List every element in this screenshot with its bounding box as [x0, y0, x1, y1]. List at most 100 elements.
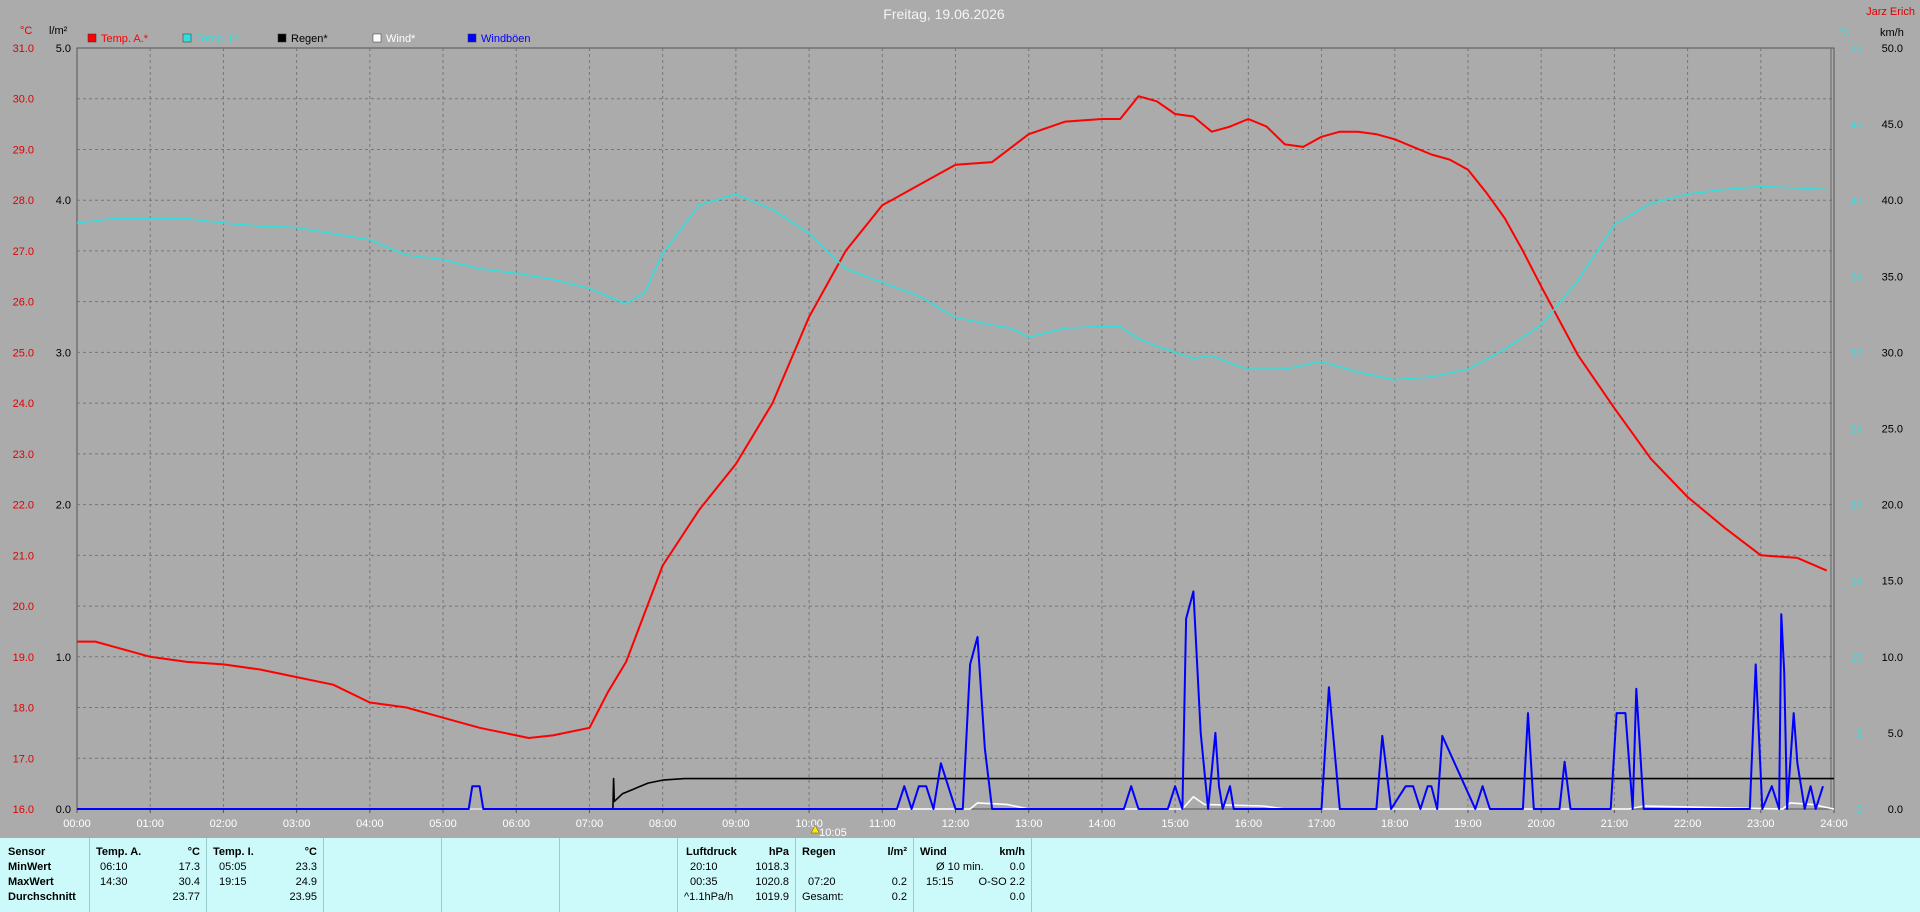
stats-temp-a-header: Temp. A. — [96, 846, 142, 858]
y-wind-tick-label: 20.0 — [1882, 500, 1903, 512]
stats-empty-col-4 — [1031, 838, 1920, 912]
stats-pressure-min-value: 1018.3 — [755, 861, 789, 873]
stats-temp-a-min-time: 06:10 — [100, 861, 128, 873]
stats-label-max: MaxWert — [8, 876, 54, 888]
y-temp-tick-label: 19.0 — [13, 652, 34, 664]
stats-wind-col: Wind km/h Ø 10 min. 0.0 15:15 O-SO 2.2 0… — [913, 838, 1031, 912]
stats-temp-i-min-time: 05:05 — [219, 861, 247, 873]
chart-title: Freitag, 19.06.2026 — [883, 6, 1005, 22]
x-tick-label: 08:00 — [649, 818, 677, 830]
stats-rain-total-label: Gesamt: — [802, 891, 844, 903]
x-tick-label: 11:00 — [869, 818, 896, 830]
y-rain-tick-label: 3.0 — [56, 347, 71, 359]
stats-empty-col-2 — [441, 838, 559, 912]
stats-pressure-trend: ^1.1hPa/h — [684, 891, 734, 903]
legend-label: Wind* — [386, 33, 416, 45]
wind-unit-label: km/h — [1880, 27, 1904, 39]
y-temp-tick-label: 22.0 — [13, 500, 34, 512]
inner-unit-label: °C — [1838, 27, 1850, 39]
y-temp-tick-label: 26.0 — [13, 297, 34, 309]
stats-rain-header: Regen — [802, 846, 836, 858]
stats-pressure-min-time: 20:10 — [690, 861, 718, 873]
stats-wind-max-value: O-SO 2.2 — [978, 876, 1025, 888]
y-wind-tick-label: 5.0 — [1888, 728, 1903, 740]
stats-temp-i-header: Temp. I. — [213, 846, 254, 858]
station-name: Jarz Erich — [1866, 6, 1915, 18]
stats-empty-col-1 — [323, 838, 441, 912]
x-tick-label: 04:00 — [356, 818, 384, 830]
stats-wind-header: Wind — [920, 846, 947, 858]
weather-chart: Freitag, 19.06.2026 Jarz Erich °C l/m² k… — [13, 6, 1915, 838]
y-wind-tick-label: 50.0 — [1882, 43, 1903, 55]
stats-rain-max-time: 07:20 — [808, 876, 836, 888]
x-tick-label: 23:00 — [1747, 818, 1775, 830]
stats-rain-unit: l/m² — [887, 846, 907, 858]
x-tick-label: 13:00 — [1015, 818, 1043, 830]
y-inner-tick-label: 40 — [1851, 196, 1863, 207]
x-tick-label: 20:00 — [1527, 818, 1555, 830]
time-marker-label: 10:05 — [819, 827, 847, 838]
y-rain-tick-label: 2.0 — [56, 500, 71, 512]
x-tick-label: 15:00 — [1161, 818, 1189, 830]
y-temp-tick-label: 16.0 — [13, 804, 34, 816]
x-tick-label: 19:00 — [1454, 818, 1482, 830]
y-inner-tick-label: 35 — [1851, 272, 1863, 283]
legend-label: Regen* — [291, 33, 328, 45]
stats-temp-a-max-value: 30.4 — [178, 876, 200, 888]
y-inner-tick-label: 20 — [1851, 501, 1863, 512]
stats-rain-max-value: 0.2 — [891, 876, 907, 888]
y-temp-tick-label: 21.0 — [13, 550, 34, 562]
y-rain-tick-label: 4.0 — [56, 195, 71, 207]
y-temp-tick-label: 24.0 — [13, 398, 34, 410]
y-inner-tick-label: 50 — [1851, 44, 1863, 55]
y-temp-tick-label: 18.0 — [13, 703, 34, 715]
stats-label-min: MinWert — [8, 861, 52, 873]
stats-labels-col: Sensor MinWert MaxWert Durchschnitt — [0, 838, 90, 912]
y-wind-tick-label: 25.0 — [1882, 424, 1903, 436]
stats-temp-a-col: Temp. A. °C 06:10 17.3 14:30 30.4 23.77 — [89, 838, 206, 912]
legend-swatch — [467, 33, 477, 43]
x-tick-label: 07:00 — [576, 818, 604, 830]
x-tick-label: 12:00 — [942, 818, 970, 830]
legend-label: Windböen — [481, 33, 531, 45]
y-wind-tick-label: 35.0 — [1882, 271, 1903, 283]
legend-swatch — [87, 33, 97, 43]
stats-wind-avg-label: Ø 10 min. — [936, 861, 984, 873]
stats-wind-avg-value: 0.0 — [1009, 861, 1025, 873]
y-wind-tick-label: 40.0 — [1882, 195, 1903, 207]
x-tick-label: 03:00 — [283, 818, 311, 830]
x-tick-label: 16:00 — [1235, 818, 1263, 830]
stats-wind-max-time: 15:15 — [926, 876, 954, 888]
y-wind-tick-label: 10.0 — [1882, 652, 1903, 664]
y-inner-tick-label: 15 — [1851, 577, 1863, 588]
x-tick-label: 05:00 — [429, 818, 457, 830]
y-inner-tick-label: 30 — [1851, 348, 1863, 359]
stats-pressure-max-time: 00:35 — [690, 876, 718, 888]
y-wind-tick-label: 15.0 — [1882, 576, 1903, 588]
y-rain-tick-label: 5.0 — [56, 43, 71, 55]
stats-empty-col-3 — [559, 838, 677, 912]
stats-temp-a-unit: °C — [187, 846, 200, 858]
rain-unit-label: l/m² — [49, 25, 68, 37]
stats-temp-i-min-value: 23.3 — [295, 861, 317, 873]
stats-pressure-max-value: 1020.8 — [755, 876, 789, 888]
y-temp-tick-label: 31.0 — [13, 43, 34, 55]
stats-rain-total-value: 0.2 — [891, 891, 907, 903]
y-inner-tick-label: 5 — [1856, 729, 1862, 740]
stats-pressure-col: Luftdruck hPa 20:10 1018.3 00:35 1020.8 … — [677, 838, 795, 912]
legend-label: Temp. A.* — [101, 33, 149, 45]
y-inner-tick-label: 0 — [1856, 805, 1862, 816]
y-temp-tick-label: 25.0 — [13, 347, 34, 359]
y-wind-tick-label: 0.0 — [1888, 804, 1903, 816]
x-tick-label: 02:00 — [210, 818, 238, 830]
stats-label-avg: Durchschnitt — [8, 891, 76, 903]
x-tick-label: 14:00 — [1088, 818, 1116, 830]
y-temp-tick-label: 29.0 — [13, 144, 34, 156]
stats-temp-a-min-value: 17.3 — [178, 861, 200, 873]
stats-pressure-header: Luftdruck — [686, 846, 737, 858]
stats-wind-mean-value: 0.0 — [1009, 891, 1025, 903]
y-temp-tick-label: 30.0 — [13, 94, 34, 106]
legend-swatch — [277, 33, 287, 43]
legend-swatch — [372, 33, 382, 43]
x-tick-label: 24:00 — [1820, 818, 1848, 830]
